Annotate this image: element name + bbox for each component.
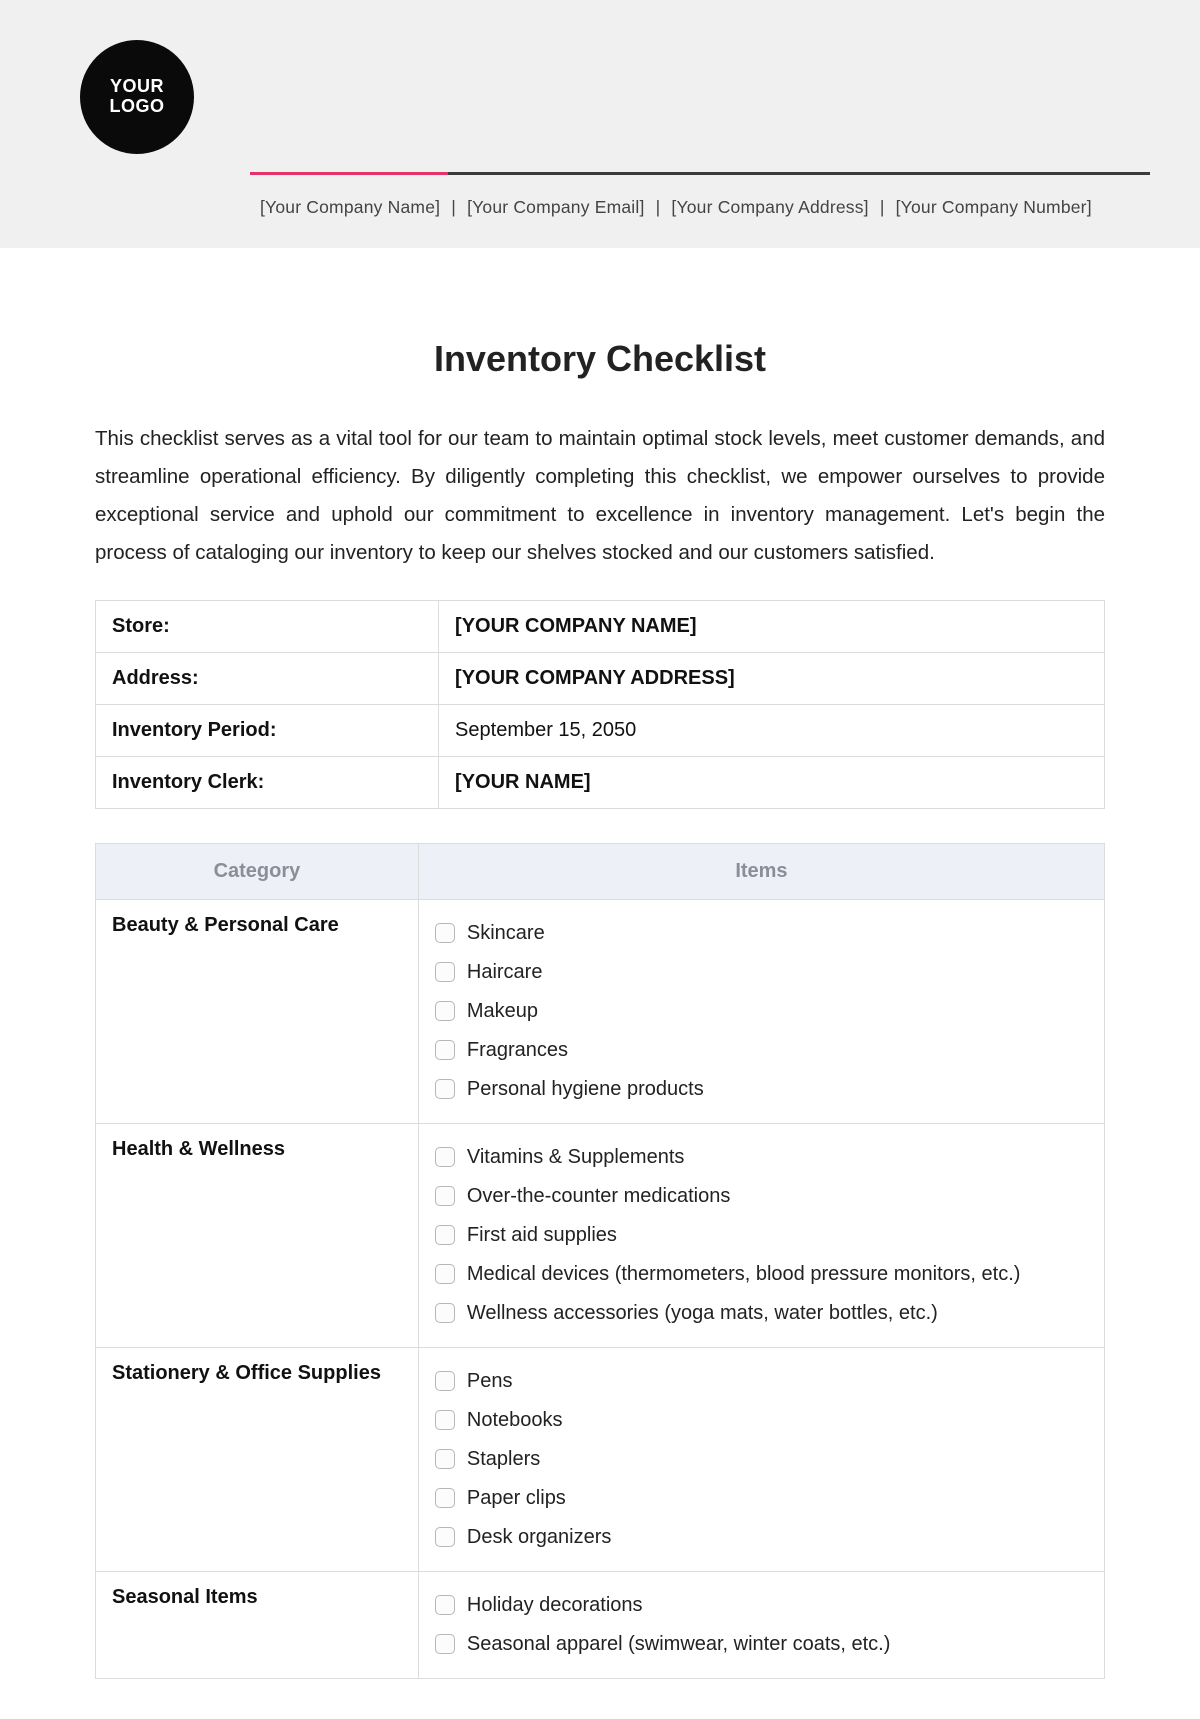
checkbox-icon[interactable] [435, 1303, 455, 1323]
checkbox-icon[interactable] [435, 1634, 455, 1654]
col-header-items: Items [418, 843, 1104, 899]
list-item: Wellness accessories (yoga mats, water b… [435, 1294, 1088, 1333]
checkbox-icon[interactable] [435, 1371, 455, 1391]
item-label: Fragrances [467, 1035, 568, 1066]
checkbox-icon[interactable] [435, 1001, 455, 1021]
accent-rule [250, 172, 448, 175]
info-row: Store:[YOUR COMPANY NAME] [96, 600, 1105, 652]
item-label: Wellness accessories (yoga mats, water b… [467, 1298, 938, 1329]
info-value: [YOUR COMPANY NAME] [439, 600, 1105, 652]
checkbox-icon[interactable] [435, 1225, 455, 1245]
item-label: Holiday decorations [467, 1590, 643, 1621]
list-item: Paper clips [435, 1479, 1088, 1518]
info-label: Inventory Period: [96, 704, 439, 756]
item-label: Haircare [467, 957, 543, 988]
item-label: Seasonal apparel (swimwear, winter coats… [467, 1629, 891, 1660]
page-title: Inventory Checklist [95, 338, 1105, 380]
logo-text-line1: YOUR [110, 77, 165, 97]
item-label: Paper clips [467, 1483, 566, 1514]
company-number: [Your Company Number] [896, 197, 1092, 217]
col-header-category: Category [96, 843, 419, 899]
table-row: Stationery & Office Supplies Pens Notebook… [96, 1347, 1105, 1571]
checkbox-icon[interactable] [435, 962, 455, 982]
category-cell: Beauty & Personal Care [96, 899, 419, 1123]
checkbox-icon[interactable] [435, 1410, 455, 1430]
item-label: Vitamins & Supplements [467, 1142, 685, 1173]
info-value: [YOUR NAME] [439, 756, 1105, 808]
list-item: Desk organizers [435, 1518, 1088, 1557]
list-item: Seasonal apparel (swimwear, winter coats… [435, 1625, 1088, 1664]
category-cell: Stationery & Office Supplies [96, 1347, 419, 1571]
list-item: Holiday decorations [435, 1586, 1088, 1625]
checkbox-icon[interactable] [435, 1079, 455, 1099]
item-label: Over-the-counter medications [467, 1181, 730, 1212]
list-item: Makeup [435, 992, 1088, 1031]
info-label: Store: [96, 600, 439, 652]
logo-placeholder: YOUR LOGO [80, 40, 194, 154]
list-item: Haircare [435, 953, 1088, 992]
info-label: Address: [96, 652, 439, 704]
main-rule [448, 172, 1150, 175]
info-value: September 15, 2050 [439, 704, 1105, 756]
info-table: Store:[YOUR COMPANY NAME]Address:[YOUR C… [95, 600, 1105, 809]
checkbox-icon[interactable] [435, 1449, 455, 1469]
list-item: Personal hygiene products [435, 1070, 1088, 1109]
item-label: Notebooks [467, 1405, 563, 1436]
item-label: Pens [467, 1366, 513, 1397]
separator: | [880, 197, 885, 217]
checkbox-icon[interactable] [435, 1595, 455, 1615]
checkbox-icon[interactable] [435, 1040, 455, 1060]
header-rule [250, 172, 1150, 175]
logo-text-line2: LOGO [110, 97, 165, 117]
separator: | [656, 197, 661, 217]
item-label: Medical devices (thermometers, blood pre… [467, 1259, 1021, 1290]
page-body: Inventory Checklist This checklist serve… [0, 248, 1200, 1719]
checkbox-icon[interactable] [435, 1186, 455, 1206]
items-cell: Skincare Haircare Makeup Fragrances Personal… [418, 899, 1104, 1123]
table-row: Beauty & Personal Care Skincare Haircare Ma… [96, 899, 1105, 1123]
company-address: [Your Company Address] [671, 197, 868, 217]
item-label: Skincare [467, 918, 545, 949]
category-cell: Seasonal Items [96, 1571, 419, 1678]
separator: | [451, 197, 456, 217]
company-info-line: [Your Company Name] | [Your Company Emai… [260, 197, 1150, 218]
items-cell: Holiday decorations Seasonal apparel (swi… [418, 1571, 1104, 1678]
table-row: Seasonal Items Holiday decorations Seasona… [96, 1571, 1105, 1678]
list-item: Over-the-counter medications [435, 1177, 1088, 1216]
info-value: [YOUR COMPANY ADDRESS] [439, 652, 1105, 704]
list-item: Pens [435, 1362, 1088, 1401]
list-item: Vitamins & Supplements [435, 1138, 1088, 1177]
info-row: Address:[YOUR COMPANY ADDRESS] [96, 652, 1105, 704]
item-label: Staplers [467, 1444, 540, 1475]
item-label: Personal hygiene products [467, 1074, 704, 1105]
item-label: Desk organizers [467, 1522, 612, 1553]
intro-paragraph: This checklist serves as a vital tool fo… [95, 420, 1105, 572]
list-item: Notebooks [435, 1401, 1088, 1440]
items-cell: Vitamins & Supplements Over-the-counter m… [418, 1123, 1104, 1347]
items-table: Category Items Beauty & Personal CareSki… [95, 843, 1105, 1679]
list-item: Fragrances [435, 1031, 1088, 1070]
list-item: Skincare [435, 914, 1088, 953]
item-label: Makeup [467, 996, 538, 1027]
category-cell: Health & Wellness [96, 1123, 419, 1347]
items-cell: Pens Notebooks Staplers Paper clips Desk org… [418, 1347, 1104, 1571]
list-item: Medical devices (thermometers, blood pre… [435, 1255, 1088, 1294]
table-row: Health & Wellness Vitamins & Supplements O… [96, 1123, 1105, 1347]
checkbox-icon[interactable] [435, 1264, 455, 1284]
checkbox-icon[interactable] [435, 1147, 455, 1167]
list-item: First aid supplies [435, 1216, 1088, 1255]
info-row: Inventory Period:September 15, 2050 [96, 704, 1105, 756]
checkbox-icon[interactable] [435, 1527, 455, 1547]
checkbox-icon[interactable] [435, 923, 455, 943]
item-label: First aid supplies [467, 1220, 617, 1251]
list-item: Staplers [435, 1440, 1088, 1479]
company-email: [Your Company Email] [467, 197, 644, 217]
header-band: YOUR LOGO [Your Company Name] | [Your Co… [0, 0, 1200, 248]
info-label: Inventory Clerk: [96, 756, 439, 808]
info-row: Inventory Clerk:[YOUR NAME] [96, 756, 1105, 808]
company-name: [Your Company Name] [260, 197, 440, 217]
checkbox-icon[interactable] [435, 1488, 455, 1508]
